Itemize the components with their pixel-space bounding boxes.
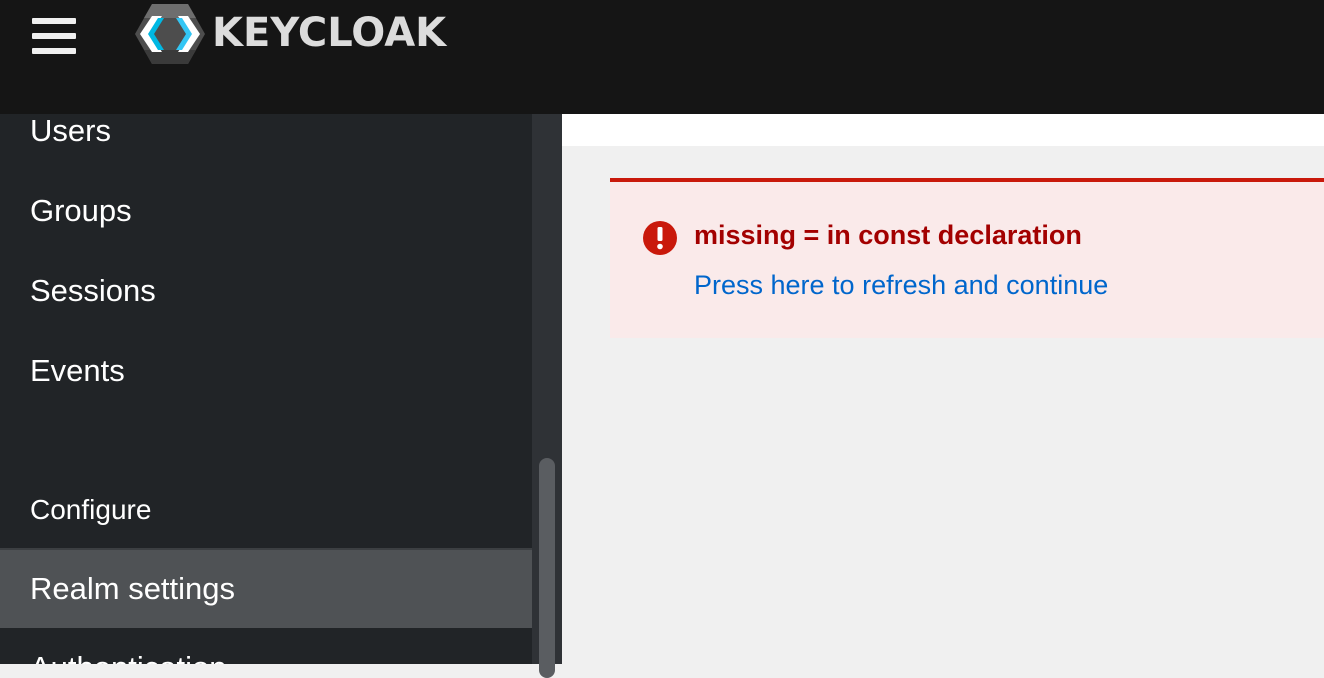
hamburger-menu-icon[interactable] [32, 18, 76, 58]
keycloak-logo-icon [135, 4, 205, 64]
refresh-link[interactable]: Press here to refresh and continue [694, 270, 1108, 301]
sidebar-item-groups[interactable]: Groups [0, 171, 532, 251]
error-alert: missing = in const declaration Press her… [610, 178, 1324, 338]
brand-name: KEYCLOAK [212, 10, 447, 56]
sidebar-item-users[interactable]: Users [0, 114, 532, 171]
sidebar-item-events[interactable]: Events [0, 331, 532, 411]
brand-logo[interactable]: KEYCLOAK [134, 2, 446, 66]
sidebar-item-authentication[interactable]: Authentication [0, 628, 532, 664]
exclamation-circle-icon [643, 221, 677, 255]
sidebar-section-configure: Configure [30, 494, 152, 525]
masthead: KEYCLOAK [0, 0, 1324, 114]
main-content: missing = in const declaration Press her… [562, 114, 1324, 664]
alert-title: missing = in const declaration [694, 220, 1082, 250]
sidebar-scrollbar-thumb[interactable] [539, 458, 555, 678]
sidebar-item-sessions[interactable]: Sessions [0, 251, 532, 331]
sidebar-item-realm-settings[interactable]: Realm settings [0, 548, 532, 628]
sidebar-nav: Users Groups Sessions Events Configure R… [0, 114, 532, 664]
page-header-area [562, 114, 1324, 146]
